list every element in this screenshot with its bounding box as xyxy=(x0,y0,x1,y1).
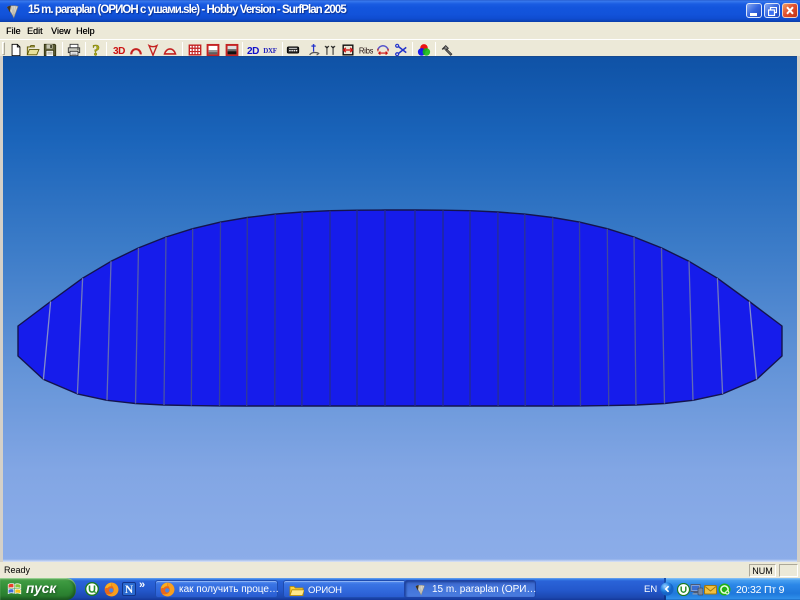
svg-text:3D: 3D xyxy=(113,45,125,56)
svg-text:?: ? xyxy=(92,43,100,57)
svg-text:DXF: DXF xyxy=(263,47,277,55)
svg-text:N: N xyxy=(125,584,134,596)
svg-text:2D: 2D xyxy=(247,45,259,56)
svg-text:Ribs: Ribs xyxy=(359,46,373,55)
